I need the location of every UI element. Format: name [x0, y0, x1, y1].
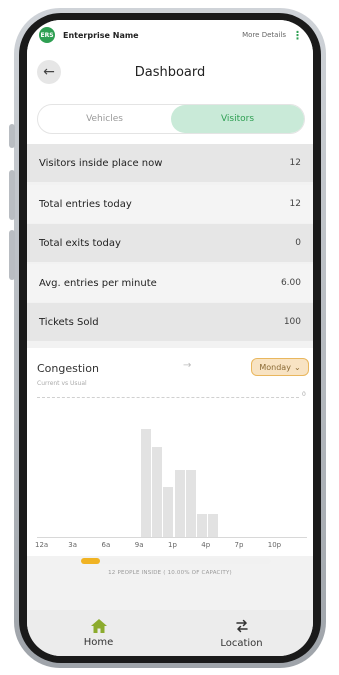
- swap-icon: [235, 619, 248, 632]
- nav-location[interactable]: Location: [170, 610, 313, 656]
- stat-value: 12: [289, 158, 301, 168]
- stat-value: 0: [295, 238, 301, 248]
- stat-row-total-exits: Total exits today 0: [27, 224, 313, 262]
- tab-visitors[interactable]: Visitors: [171, 105, 304, 133]
- congestion-bar: [185, 470, 196, 537]
- nav-location-label: Location: [220, 637, 263, 649]
- capacity-bar: [81, 558, 271, 564]
- hour-tick-label: 7p: [234, 541, 244, 549]
- arrow-right-icon[interactable]: →: [183, 360, 191, 371]
- hour-tick-label: 3a: [68, 541, 77, 549]
- usual-line: [37, 397, 299, 398]
- congestion-title: Congestion: [37, 362, 99, 375]
- stat-value: 12: [289, 199, 301, 209]
- hour-tick-label: 4p: [201, 541, 211, 549]
- congestion-bar: [174, 470, 185, 537]
- stat-label: Total exits today: [39, 237, 121, 249]
- back-button[interactable]: ←: [37, 60, 61, 84]
- tab-vehicles[interactable]: Vehicles: [38, 105, 171, 133]
- enterprise-name: Enterprise Name: [63, 30, 139, 40]
- day-select[interactable]: Monday ⌄: [251, 358, 309, 376]
- page-title: Dashboard: [134, 64, 206, 80]
- kebab-menu-icon[interactable]: ⋮: [292, 30, 303, 41]
- day-select-value: Monday: [259, 362, 291, 372]
- nav-home-label: Home: [83, 636, 114, 648]
- app-header: ← Dashboard: [27, 50, 313, 94]
- hour-tick-label: 12a: [35, 541, 49, 549]
- congestion-card: Congestion Current vs Usual → Monday ⌄ 0…: [27, 348, 313, 576]
- congestion-bar: [163, 487, 174, 537]
- stat-row-tickets-sold: Tickets Sold 100: [27, 303, 313, 341]
- stat-row-total-entries: Total entries today 12: [27, 185, 313, 223]
- stat-label: Visitors inside place now: [39, 157, 163, 169]
- stat-label: Total entries today: [39, 198, 132, 210]
- side-button: [9, 230, 15, 280]
- congestion-bar: [207, 514, 218, 537]
- hour-tick-label: 1p: [168, 541, 177, 549]
- logo-text: ERS: [40, 31, 54, 39]
- nav-home[interactable]: Home: [27, 610, 170, 656]
- congestion-bar: [196, 514, 207, 537]
- hour-tick-label: 6a: [101, 541, 111, 549]
- stat-row-avg-entries: Avg. entries per minute 6.00: [27, 264, 313, 302]
- back-arrow-icon: ←: [43, 64, 55, 80]
- congestion-bar: [141, 429, 152, 537]
- chevron-down-icon: ⌄: [293, 362, 301, 372]
- stat-label: Avg. entries per minute: [39, 277, 157, 289]
- stat-value: 6.00: [280, 278, 301, 288]
- side-button: [9, 124, 15, 148]
- bottom-nav: Home Location: [27, 610, 313, 656]
- more-details-link[interactable]: More Details: [242, 31, 286, 39]
- capacity-fill: [81, 558, 100, 564]
- segment-container: Vehicles Visitors: [27, 94, 313, 144]
- side-button: [9, 170, 15, 220]
- stat-label: Tickets Sold: [39, 316, 99, 328]
- capacity-text: 12 PEOPLE INSIDE ( 10.00% OF CAPACITY): [108, 570, 232, 576]
- axis-zero-label: 0: [302, 391, 306, 398]
- segmented-control: Vehicles Visitors: [37, 104, 305, 134]
- hour-tick-label: 9a: [134, 541, 144, 549]
- chart-baseline: [37, 537, 307, 538]
- hour-tick-label: 10p: [267, 541, 282, 549]
- congestion-bar: [152, 447, 163, 537]
- stat-value: 100: [283, 317, 301, 327]
- home-icon: [90, 618, 107, 633]
- congestion-subtitle: Current vs Usual: [37, 380, 87, 387]
- stat-row-visitors-inside: Visitors inside place now 12: [27, 144, 313, 182]
- top-bar: ERS Enterprise Name More Details ⋮: [27, 20, 313, 50]
- enterprise-logo: ERS: [39, 27, 55, 43]
- app-screen: ERS Enterprise Name More Details ⋮ ← Das…: [27, 20, 313, 656]
